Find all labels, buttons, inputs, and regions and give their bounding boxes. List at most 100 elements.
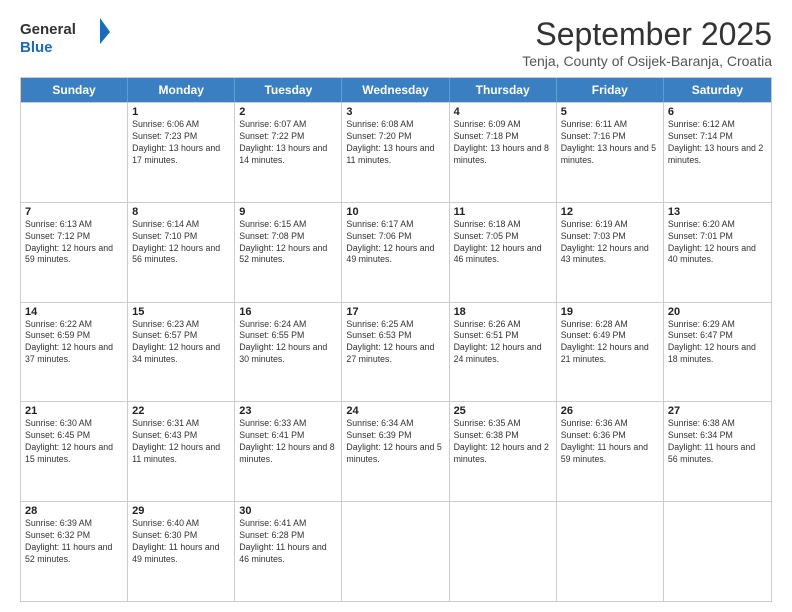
calendar-cell — [450, 502, 557, 601]
cell-info: Sunrise: 6:06 AMSunset: 7:23 PMDaylight:… — [132, 119, 230, 167]
cell-day-number: 3 — [346, 106, 444, 118]
cell-day-number: 14 — [25, 306, 123, 318]
cell-info: Sunrise: 6:12 AMSunset: 7:14 PMDaylight:… — [668, 119, 767, 167]
calendar-cell: 5 Sunrise: 6:11 AMSunset: 7:16 PMDayligh… — [557, 103, 664, 202]
cell-info: Sunrise: 6:34 AMSunset: 6:39 PMDaylight:… — [346, 418, 444, 466]
cell-day-number: 8 — [132, 206, 230, 218]
cell-info: Sunrise: 6:28 AMSunset: 6:49 PMDaylight:… — [561, 319, 659, 367]
cell-day-number: 27 — [668, 405, 767, 417]
cell-day-number: 13 — [668, 206, 767, 218]
cell-day-number: 7 — [25, 206, 123, 218]
calendar-cell: 29 Sunrise: 6:40 AMSunset: 6:30 PMDaylig… — [128, 502, 235, 601]
cell-day-number: 24 — [346, 405, 444, 417]
cell-day-number: 4 — [454, 106, 552, 118]
calendar-cell — [664, 502, 771, 601]
day-header-monday: Monday — [128, 78, 235, 102]
cell-day-number: 19 — [561, 306, 659, 318]
calendar-cell: 23 Sunrise: 6:33 AMSunset: 6:41 PMDaylig… — [235, 402, 342, 501]
cell-info: Sunrise: 6:08 AMSunset: 7:20 PMDaylight:… — [346, 119, 444, 167]
cell-day-number: 2 — [239, 106, 337, 118]
calendar-cell: 7 Sunrise: 6:13 AMSunset: 7:12 PMDayligh… — [21, 203, 128, 302]
cell-day-number: 1 — [132, 106, 230, 118]
cell-info: Sunrise: 6:29 AMSunset: 6:47 PMDaylight:… — [668, 319, 767, 367]
calendar-body: 1 Sunrise: 6:06 AMSunset: 7:23 PMDayligh… — [21, 102, 771, 601]
cell-info: Sunrise: 6:20 AMSunset: 7:01 PMDaylight:… — [668, 219, 767, 267]
calendar-cell: 25 Sunrise: 6:35 AMSunset: 6:38 PMDaylig… — [450, 402, 557, 501]
calendar-cell: 4 Sunrise: 6:09 AMSunset: 7:18 PMDayligh… — [450, 103, 557, 202]
day-header-saturday: Saturday — [664, 78, 771, 102]
cell-day-number: 21 — [25, 405, 123, 417]
cell-info: Sunrise: 6:40 AMSunset: 6:30 PMDaylight:… — [132, 518, 230, 566]
calendar-cell — [557, 502, 664, 601]
calendar-cell: 27 Sunrise: 6:38 AMSunset: 6:34 PMDaylig… — [664, 402, 771, 501]
cell-day-number: 6 — [668, 106, 767, 118]
cell-info: Sunrise: 6:38 AMSunset: 6:34 PMDaylight:… — [668, 418, 767, 466]
calendar-cell: 11 Sunrise: 6:18 AMSunset: 7:05 PMDaylig… — [450, 203, 557, 302]
month-title: September 2025 — [522, 16, 772, 53]
day-header-thursday: Thursday — [450, 78, 557, 102]
cell-info: Sunrise: 6:30 AMSunset: 6:45 PMDaylight:… — [25, 418, 123, 466]
calendar-row: 14 Sunrise: 6:22 AMSunset: 6:59 PMDaylig… — [21, 302, 771, 402]
cell-day-number: 23 — [239, 405, 337, 417]
cell-day-number: 22 — [132, 405, 230, 417]
cell-info: Sunrise: 6:36 AMSunset: 6:36 PMDaylight:… — [561, 418, 659, 466]
cell-info: Sunrise: 6:13 AMSunset: 7:12 PMDaylight:… — [25, 219, 123, 267]
cell-info: Sunrise: 6:14 AMSunset: 7:10 PMDaylight:… — [132, 219, 230, 267]
calendar-cell: 28 Sunrise: 6:39 AMSunset: 6:32 PMDaylig… — [21, 502, 128, 601]
svg-text:General: General — [20, 21, 76, 38]
logo: General Blue — [20, 16, 110, 58]
cell-info: Sunrise: 6:31 AMSunset: 6:43 PMDaylight:… — [132, 418, 230, 466]
cell-day-number: 16 — [239, 306, 337, 318]
cell-info: Sunrise: 6:23 AMSunset: 6:57 PMDaylight:… — [132, 319, 230, 367]
cell-day-number: 26 — [561, 405, 659, 417]
day-header-sunday: Sunday — [21, 78, 128, 102]
cell-info: Sunrise: 6:15 AMSunset: 7:08 PMDaylight:… — [239, 219, 337, 267]
cell-day-number: 28 — [25, 505, 123, 517]
calendar-cell: 1 Sunrise: 6:06 AMSunset: 7:23 PMDayligh… — [128, 103, 235, 202]
cell-info: Sunrise: 6:07 AMSunset: 7:22 PMDaylight:… — [239, 119, 337, 167]
cell-day-number: 18 — [454, 306, 552, 318]
cell-info: Sunrise: 6:09 AMSunset: 7:18 PMDaylight:… — [454, 119, 552, 167]
calendar-cell — [21, 103, 128, 202]
calendar-cell: 6 Sunrise: 6:12 AMSunset: 7:14 PMDayligh… — [664, 103, 771, 202]
cell-info: Sunrise: 6:39 AMSunset: 6:32 PMDaylight:… — [25, 518, 123, 566]
calendar-cell: 3 Sunrise: 6:08 AMSunset: 7:20 PMDayligh… — [342, 103, 449, 202]
cell-info: Sunrise: 6:17 AMSunset: 7:06 PMDaylight:… — [346, 219, 444, 267]
calendar-cell: 8 Sunrise: 6:14 AMSunset: 7:10 PMDayligh… — [128, 203, 235, 302]
calendar-cell — [342, 502, 449, 601]
calendar-cell: 17 Sunrise: 6:25 AMSunset: 6:53 PMDaylig… — [342, 303, 449, 402]
cell-info: Sunrise: 6:41 AMSunset: 6:28 PMDaylight:… — [239, 518, 337, 566]
calendar-row: 7 Sunrise: 6:13 AMSunset: 7:12 PMDayligh… — [21, 202, 771, 302]
cell-info: Sunrise: 6:19 AMSunset: 7:03 PMDaylight:… — [561, 219, 659, 267]
calendar-row: 1 Sunrise: 6:06 AMSunset: 7:23 PMDayligh… — [21, 102, 771, 202]
calendar: SundayMondayTuesdayWednesdayThursdayFrid… — [20, 77, 772, 602]
cell-day-number: 29 — [132, 505, 230, 517]
cell-day-number: 15 — [132, 306, 230, 318]
calendar-cell: 30 Sunrise: 6:41 AMSunset: 6:28 PMDaylig… — [235, 502, 342, 601]
page: General Blue September 2025 Tenja, Count… — [0, 0, 792, 612]
calendar-cell: 12 Sunrise: 6:19 AMSunset: 7:03 PMDaylig… — [557, 203, 664, 302]
cell-day-number: 9 — [239, 206, 337, 218]
calendar-cell: 21 Sunrise: 6:30 AMSunset: 6:45 PMDaylig… — [21, 402, 128, 501]
calendar-cell: 14 Sunrise: 6:22 AMSunset: 6:59 PMDaylig… — [21, 303, 128, 402]
header: General Blue September 2025 Tenja, Count… — [20, 16, 772, 69]
calendar-cell: 10 Sunrise: 6:17 AMSunset: 7:06 PMDaylig… — [342, 203, 449, 302]
cell-info: Sunrise: 6:11 AMSunset: 7:16 PMDaylight:… — [561, 119, 659, 167]
day-header-friday: Friday — [557, 78, 664, 102]
cell-day-number: 5 — [561, 106, 659, 118]
cell-day-number: 12 — [561, 206, 659, 218]
cell-day-number: 20 — [668, 306, 767, 318]
calendar-cell: 24 Sunrise: 6:34 AMSunset: 6:39 PMDaylig… — [342, 402, 449, 501]
calendar-cell: 2 Sunrise: 6:07 AMSunset: 7:22 PMDayligh… — [235, 103, 342, 202]
day-header-tuesday: Tuesday — [235, 78, 342, 102]
location: Tenja, County of Osijek-Baranja, Croatia — [522, 53, 772, 69]
title-block: September 2025 Tenja, County of Osijek-B… — [522, 16, 772, 69]
calendar-row: 28 Sunrise: 6:39 AMSunset: 6:32 PMDaylig… — [21, 501, 771, 601]
cell-info: Sunrise: 6:25 AMSunset: 6:53 PMDaylight:… — [346, 319, 444, 367]
calendar-cell: 20 Sunrise: 6:29 AMSunset: 6:47 PMDaylig… — [664, 303, 771, 402]
cell-info: Sunrise: 6:24 AMSunset: 6:55 PMDaylight:… — [239, 319, 337, 367]
cell-info: Sunrise: 6:26 AMSunset: 6:51 PMDaylight:… — [454, 319, 552, 367]
logo-svg: General Blue — [20, 16, 110, 58]
svg-text:Blue: Blue — [20, 39, 53, 56]
calendar-cell: 13 Sunrise: 6:20 AMSunset: 7:01 PMDaylig… — [664, 203, 771, 302]
